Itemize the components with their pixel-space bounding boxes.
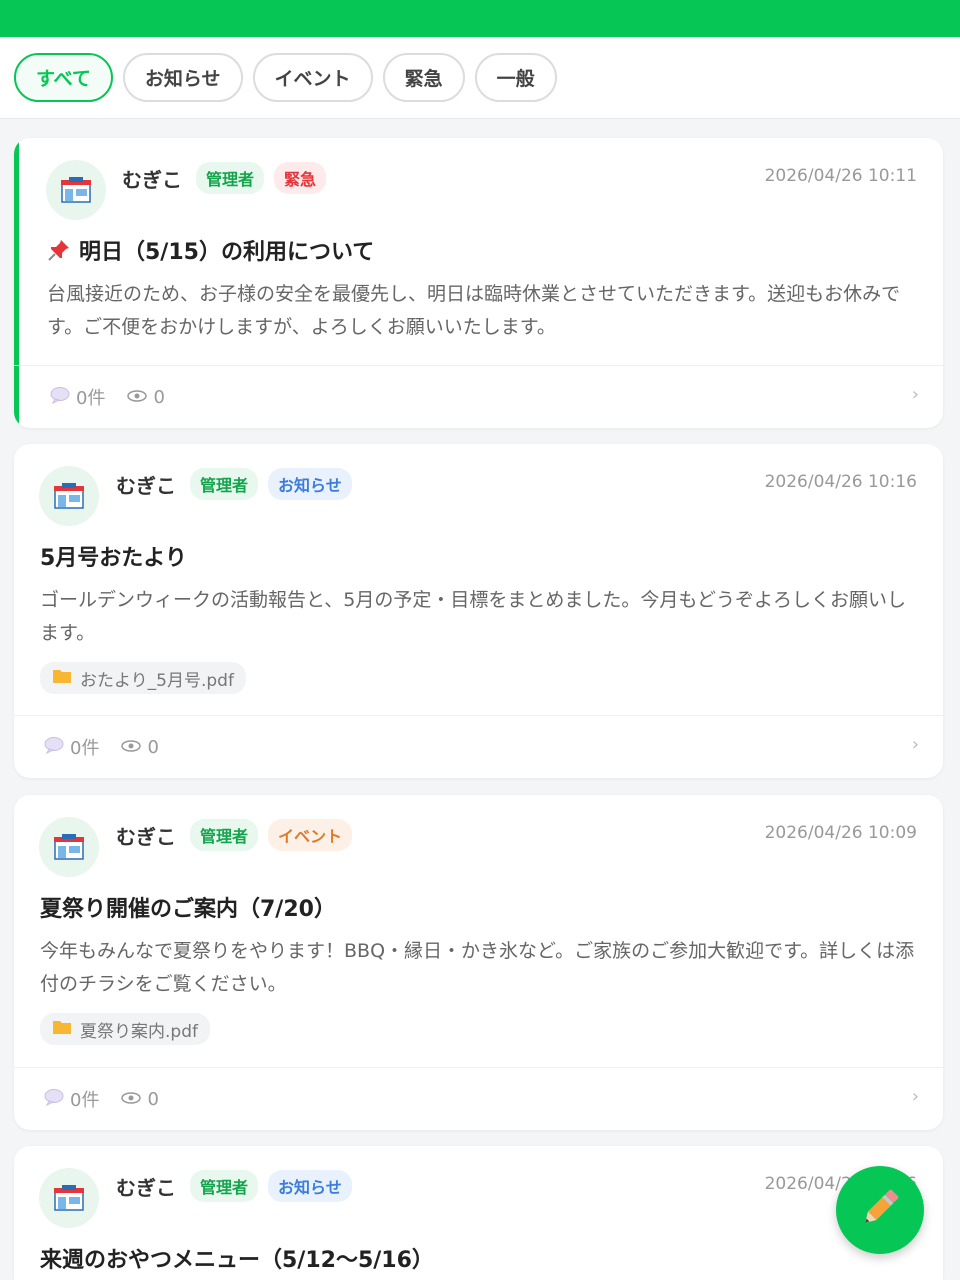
folder-icon — [52, 1019, 72, 1040]
post-author: むぎこ — [122, 167, 182, 192]
view-count: 0 — [147, 736, 159, 758]
store-icon — [39, 466, 99, 526]
folder-icon — [52, 668, 72, 689]
view-count: 0 — [147, 1088, 159, 1110]
role-badge: 管理者 — [190, 819, 259, 851]
attachment-name: 夏祭り案内.pdf — [80, 1021, 198, 1042]
category-badge: イベント — [268, 819, 353, 851]
store-icon — [39, 1168, 99, 1228]
post-title: 5月号おたより — [40, 546, 187, 571]
role-badge: 管理者 — [190, 1170, 259, 1202]
post-time: 2026/04/26 10:16 — [764, 472, 917, 492]
view-count: 0 — [153, 386, 165, 408]
filter-event[interactable]: イベント — [252, 53, 373, 102]
filter-notice[interactable]: お知らせ — [122, 53, 243, 102]
comment-count: 0件 — [70, 1090, 100, 1111]
eye-icon — [121, 1089, 142, 1110]
filter-general[interactable]: 一般 — [474, 53, 557, 102]
status-bar — [0, 0, 960, 37]
post-time: 2026/04/26 10:09 — [764, 823, 917, 843]
post-title: 夏祭り開催のご案内（7/20） — [40, 897, 336, 922]
category-filter-bar: すべて お知らせ イベント 緊急 一般 — [0, 37, 960, 119]
speech-bubble-icon — [44, 1088, 64, 1111]
attachment-chip[interactable]: おたより_5月号.pdf — [40, 662, 246, 694]
chevron-right-icon[interactable]: › — [912, 384, 919, 405]
role-badge: 管理者 — [196, 162, 265, 194]
compose-button[interactable] — [836, 1166, 924, 1254]
post-body: 今年もみんなで夏祭りをやります！BBQ・縁日・かき氷など。ご家族のご参加大歓迎で… — [40, 940, 915, 995]
post-time: 2026/04/26 10:11 — [764, 166, 917, 186]
role-badge: 管理者 — [190, 468, 259, 500]
chevron-right-icon[interactable]: › — [912, 1086, 919, 1107]
category-badge: 緊急 — [274, 162, 327, 194]
filter-urgent[interactable]: 緊急 — [382, 53, 465, 102]
post-card[interactable]: むぎこ 管理者 緊急 2026/04/26 10:11 明日（5/15）の利用に… — [14, 138, 943, 428]
category-badge: お知らせ — [268, 1170, 352, 1202]
post-body: ゴールデンウィークの活動報告と、5月の予定・目標をまとめました。今月もどうぞよろ… — [40, 589, 906, 644]
post-card[interactable]: むぎこ 管理者 お知らせ 2026/04/26 10:16 5月号おたより ゴー… — [14, 444, 943, 778]
eye-icon — [121, 737, 142, 758]
comment-count: 0件 — [76, 388, 106, 409]
attachment-name: おたより_5月号.pdf — [80, 670, 234, 691]
store-icon — [39, 817, 99, 877]
post-author: むぎこ — [116, 824, 176, 849]
speech-bubble-icon — [44, 736, 64, 759]
post-card[interactable]: むぎこ 管理者 お知らせ 2026/04/26 10:16 来週のおやつメニュー… — [14, 1146, 943, 1280]
category-badge: お知らせ — [268, 468, 352, 500]
pencil-icon — [857, 1185, 903, 1235]
eye-icon — [127, 387, 148, 408]
post-author: むぎこ — [116, 473, 176, 498]
filter-all[interactable]: すべて — [14, 53, 113, 102]
store-icon — [46, 160, 106, 220]
pushpin-icon — [47, 238, 69, 262]
post-title: 明日（5/15）の利用について — [79, 240, 375, 265]
comment-count: 0件 — [70, 738, 100, 759]
post-card[interactable]: むぎこ 管理者 イベント 2026/04/26 10:09 夏祭り開催のご案内（… — [14, 795, 943, 1130]
post-title: 来週のおやつメニュー（5/12〜5/16） — [40, 1248, 434, 1273]
speech-bubble-icon — [50, 386, 70, 409]
post-author: むぎこ — [116, 1175, 176, 1200]
attachment-chip[interactable]: 夏祭り案内.pdf — [40, 1013, 210, 1045]
chevron-right-icon[interactable]: › — [912, 734, 919, 755]
post-body: 台風接近のため、お子様の安全を最優先し、明日は臨時休業とさせていただきます。送迎… — [47, 283, 901, 338]
